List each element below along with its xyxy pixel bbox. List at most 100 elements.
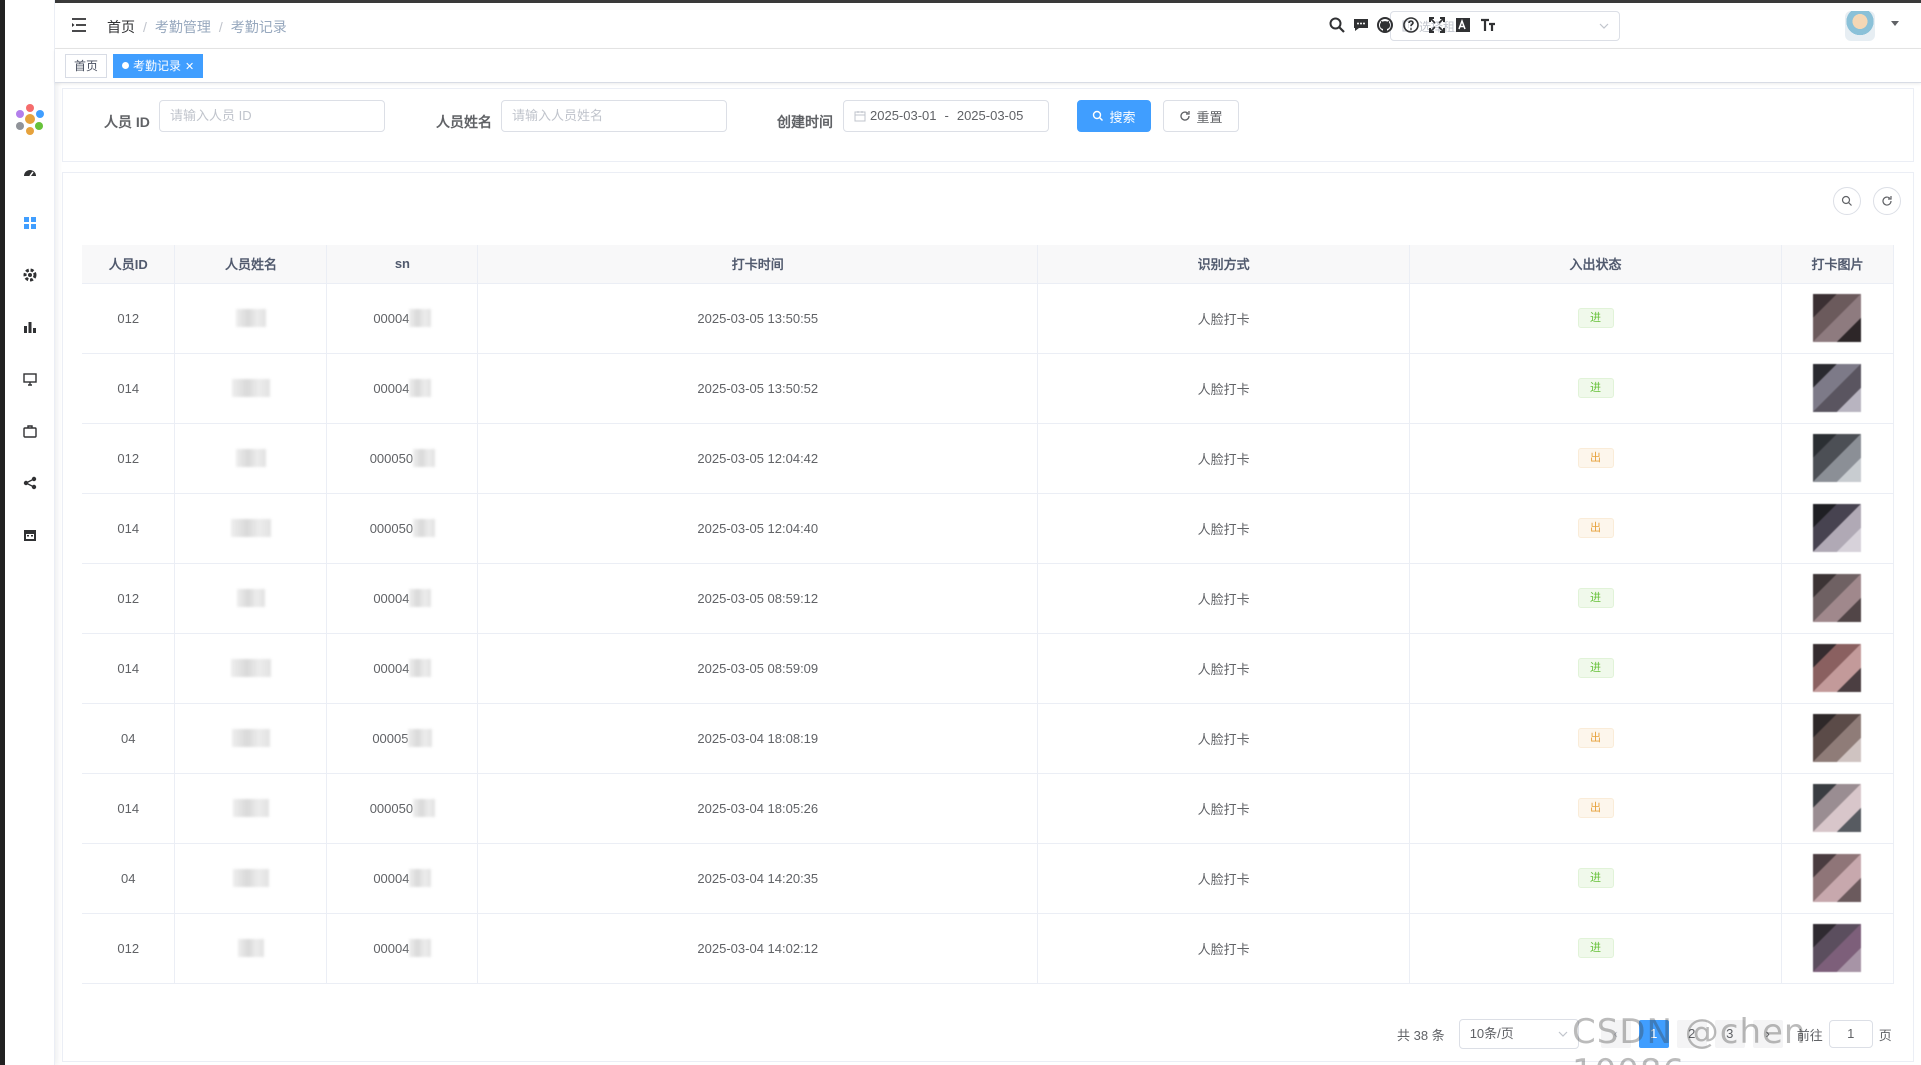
table-row: 04 00005 2025-03-04 18:08:19 人脸打卡 出 [82,703,1895,774]
cell-sn: 00004 [326,843,479,914]
punch-photo[interactable] [1813,504,1862,552]
punch-photo[interactable] [1813,574,1862,622]
breadcrumb-home[interactable]: 首页 [107,17,135,37]
breadcrumb-separator: / [218,19,223,35]
status-badge: 进 [1577,938,1614,958]
punch-photo[interactable] [1813,294,1862,342]
sn-value: 00004 [373,660,410,676]
cell-person-id: 014 [82,773,176,844]
person-name-input[interactable]: 请输入人员姓名 [501,100,727,132]
punch-photo[interactable] [1813,434,1862,482]
cell-recognition: 人脸打卡 [1037,773,1411,844]
cell-punch-time: 2025-03-05 12:04:40 [477,493,1039,564]
cell-punch-time: 2025-03-04 18:05:26 [477,773,1039,844]
search-icon [1093,110,1104,121]
breadcrumb-attendance-mgmt[interactable]: 考勤管理 [155,17,211,37]
search-icon[interactable] [1326,14,1348,36]
cell-punch-time: 2025-03-05 13:50:52 [477,353,1039,424]
redacted-name [231,729,270,747]
user-avatar[interactable] [1845,11,1875,41]
status-badge: 出 [1577,448,1614,468]
bar-chart-icon[interactable] [17,314,43,340]
table-row: 012 00004 2025-03-04 14:02:12 人脸打卡 进 [82,913,1895,984]
close-icon[interactable]: ✕ [185,61,194,73]
date-start: 2025-03-01 [870,108,937,123]
punch-photo[interactable] [1813,784,1862,832]
cell-sn: 00004 [326,353,479,424]
tags-view: 首页 考勤记录 ✕ [55,49,1921,83]
grid-icon[interactable] [17,210,43,236]
table-card: 人员ID 人员姓名 sn 打卡时间 识别方式 入出状态 打卡图片 012 000… [62,172,1914,1062]
search-button[interactable]: 搜索 [1077,100,1151,132]
redacted-sn [413,799,436,817]
tag-attendance-records-label: 考勤记录 [133,59,182,73]
dashboard-icon[interactable] [17,160,43,186]
cell-person-name [174,843,328,914]
person-id-input[interactable]: 请输入人员 ID [159,100,385,132]
punch-photo[interactable] [1813,924,1862,972]
redacted-name [230,659,271,677]
sn-value: 00004 [373,310,410,326]
question-icon[interactable] [1400,14,1422,36]
date-end: 2025-03-05 [956,108,1024,123]
translate-icon[interactable] [1452,14,1474,36]
sn-value: 00004 [373,870,410,886]
cell-photo [1781,353,1895,424]
cell-person-name [174,353,328,424]
cell-recognition: 人脸打卡 [1037,423,1411,494]
share-icon[interactable] [17,470,43,496]
caret-down-icon[interactable] [1891,21,1899,26]
total-count: 共 38 条 [1397,1027,1445,1043]
gear-icon[interactable] [17,262,43,288]
font-size-icon[interactable] [1477,14,1499,36]
cell-person-id: 012 [82,283,176,354]
cell-punch-time: 2025-03-05 08:59:09 [477,633,1039,704]
fullscreen-icon[interactable] [1426,14,1448,36]
punch-photo[interactable] [1813,644,1862,692]
sn-value: 000050 [369,450,414,466]
cell-in-out: 进 [1409,283,1782,354]
date-range-picker[interactable]: 2025-03-01 - 2025-03-05 [843,100,1049,132]
col-person-id: 人员ID [82,245,176,284]
table-row: 012 00004 2025-03-05 13:50:55 人脸打卡 进 [82,283,1895,354]
cell-person-name [174,283,328,354]
table-row: 04 00004 2025-03-04 14:20:35 人脸打卡 进 [82,843,1895,914]
tag-home[interactable]: 首页 [65,54,108,78]
monitor-icon[interactable] [17,366,43,392]
briefcase-icon[interactable] [17,418,43,444]
refresh-icon [1180,111,1191,121]
calendar-icon[interactable] [17,522,43,548]
github-icon[interactable] [1374,14,1396,36]
tag-attendance-records[interactable]: 考勤记录 ✕ [113,54,204,78]
cell-recognition: 人脸打卡 [1037,493,1411,564]
status-badge: 出 [1577,518,1614,538]
hamburger-icon[interactable] [69,15,89,35]
reset-button[interactable]: 重置 [1163,100,1239,132]
punch-photo[interactable] [1813,364,1862,412]
cell-person-name [174,423,328,494]
active-dot [122,62,129,70]
refresh-table-button[interactable] [1873,187,1901,215]
chevron-down-icon [1558,1031,1568,1037]
search-button-label: 搜索 [1109,109,1136,125]
page-size-select[interactable]: 10条/页 [1458,1019,1579,1049]
cell-person-id: 014 [82,353,176,424]
person-name-label: 人员姓名 [436,114,492,130]
tenant-select[interactable]: 选择租户 [1390,11,1620,41]
app-logo[interactable] [13,102,47,136]
punch-photo[interactable] [1813,714,1862,762]
cell-in-out: 出 [1409,703,1782,774]
cell-person-id: 012 [82,563,176,634]
cell-punch-time: 2025-03-04 18:08:19 [477,703,1039,774]
cell-person-name [174,493,328,564]
cell-recognition: 人脸打卡 [1037,913,1411,984]
cell-in-out: 出 [1409,423,1782,494]
chat-icon[interactable] [1350,14,1372,36]
status-badge: 进 [1577,658,1614,678]
toggle-search-button[interactable] [1833,187,1861,215]
cell-in-out: 进 [1409,843,1782,914]
punch-photo[interactable] [1813,854,1862,902]
attendance-table: 人员ID 人员姓名 sn 打卡时间 识别方式 入出状态 打卡图片 012 000… [82,245,1895,984]
col-sn: sn [326,245,479,284]
cell-punch-time: 2025-03-04 14:02:12 [477,913,1039,984]
